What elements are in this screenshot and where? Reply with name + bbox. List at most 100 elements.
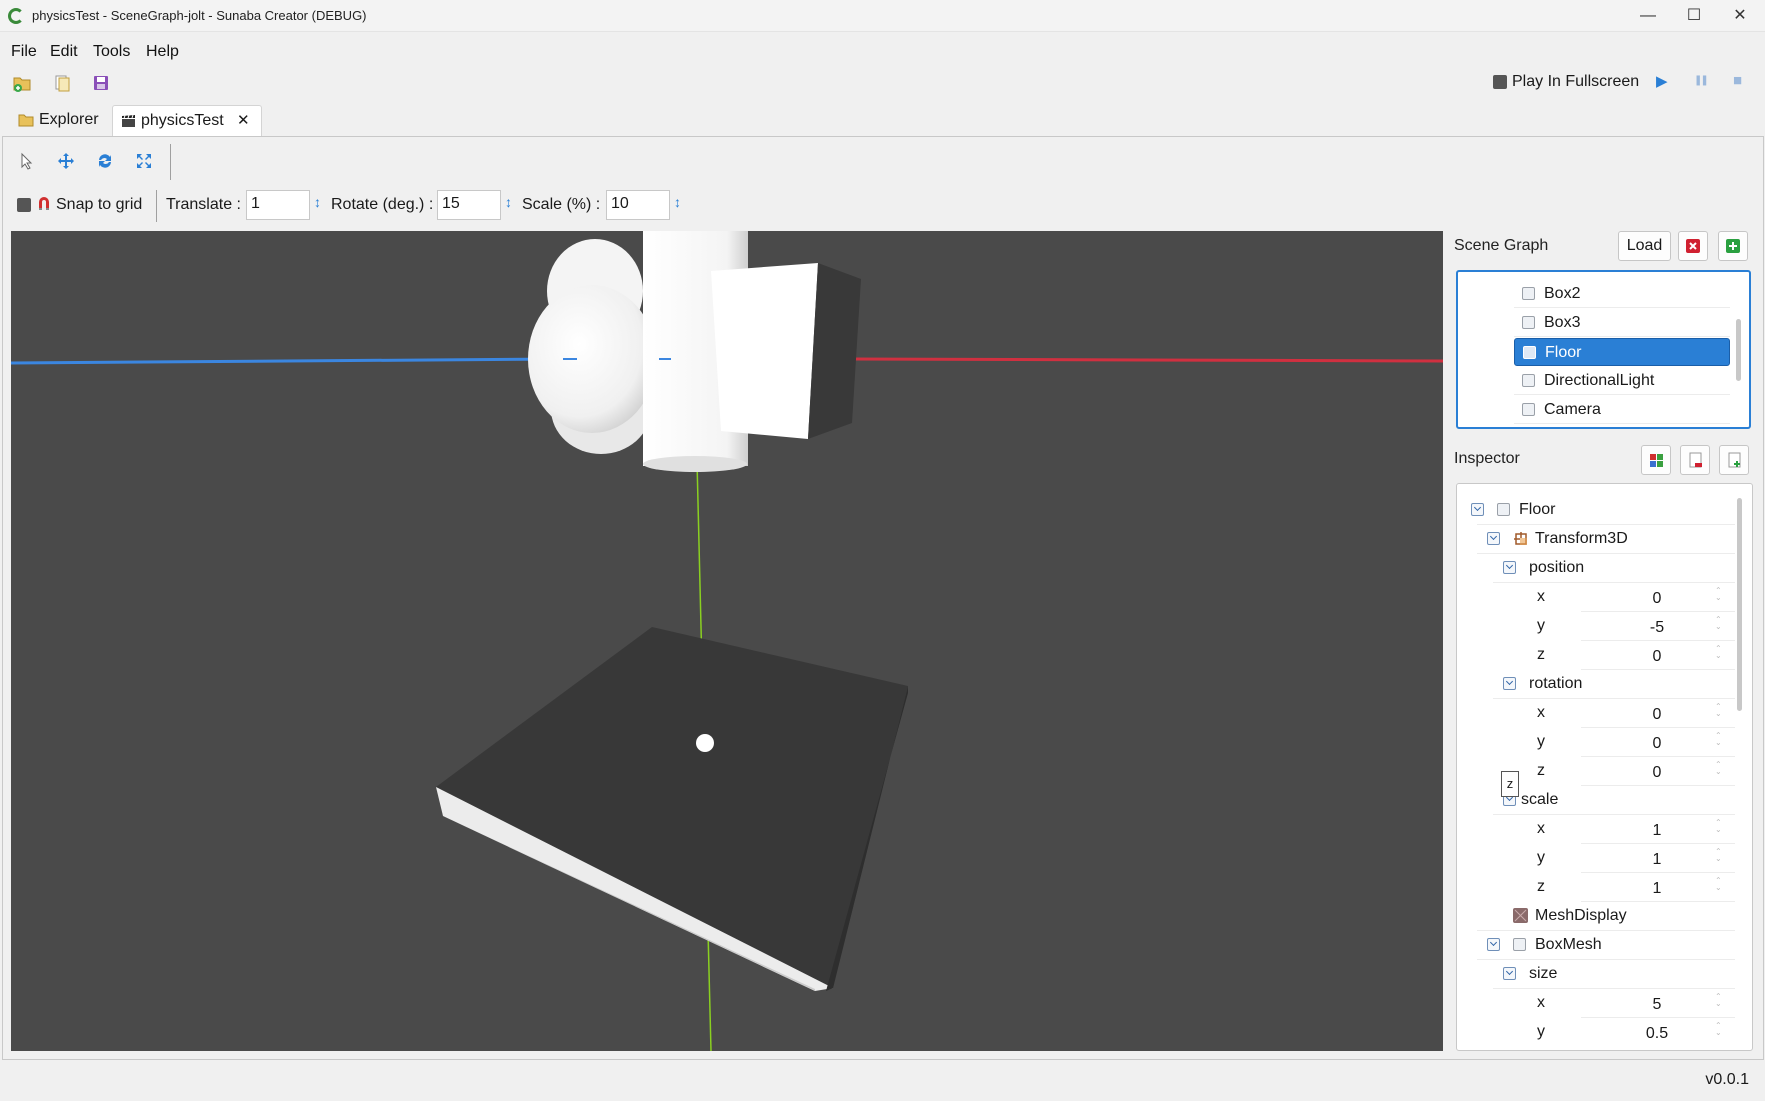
minimize-button[interactable]: — [1626,0,1670,32]
spinbox-arrows-icon[interactable]: ⌃ ⌄ [1715,616,1723,631]
play-fullscreen-checkbox[interactable] [1493,75,1507,89]
remove-component-button[interactable] [1680,445,1710,475]
window-title: physicsTest - SceneGraph-jolt - Sunaba C… [32,8,367,23]
collapse-icon[interactable] [1503,561,1516,574]
close-window-button[interactable]: ✕ [1718,0,1762,32]
rotate-tool-icon[interactable] [96,152,114,170]
node-icon [1522,287,1535,300]
rotation-y-field[interactable]: y 0 ⌃ ⌄ [1537,728,1735,757]
scene-node-directionallight[interactable]: DirectionalLight [1514,367,1730,395]
collapse-icon[interactable] [1471,503,1484,516]
spinbox-arrows-icon[interactable]: ⌃ ⌄ [1715,1022,1723,1037]
snap-checkbox[interactable] [17,198,31,212]
inspector-property-size[interactable]: size [1465,960,1735,989]
add-component-button[interactable] [1641,445,1671,475]
scene-graph-tree[interactable]: Box2 Box3 Floor DirectionalLight Camera [1456,270,1751,429]
size-x-field[interactable]: x 5 ⌃ ⌄ [1537,989,1735,1018]
spinbox-arrows-icon[interactable]: ⌃ ⌄ [1715,877,1723,892]
inspector-scrollbar[interactable] [1737,498,1742,711]
remove-node-button[interactable] [1678,231,1708,261]
scale-z-field[interactable]: z 1 ⌃ ⌄ [1537,873,1735,902]
rotate-input[interactable]: 15 [437,190,501,220]
spinbox-arrows-icon[interactable]: ⌃ ⌄ [1715,703,1723,718]
scale-label: Scale (%) : [522,196,601,213]
add-node-button[interactable] [1718,231,1748,261]
position-z-field[interactable]: z 0 ⌃ ⌄ [1537,641,1735,670]
size-y-field[interactable]: y 0.5 ⌃ ⌄ [1537,1018,1735,1047]
menu-edit[interactable]: Edit [50,43,78,61]
scale-x-field[interactable]: x 1 ⌃ ⌄ [1537,815,1735,844]
collapse-icon[interactable] [1503,967,1516,980]
inspector-component-boxmesh[interactable]: BoxMesh [1465,931,1735,960]
select-cursor-icon[interactable] [19,152,35,170]
node-icon [1522,403,1535,416]
rotation-x-field[interactable]: x 0 ⌃ ⌄ [1537,699,1735,728]
scale-y-field[interactable]: y 1 ⌃ ⌄ [1537,844,1735,873]
toolbar-separator [170,144,171,180]
scale-input[interactable]: 10 [606,190,670,220]
spinbox-arrows-icon[interactable]: ⌃ ⌄ [1715,993,1723,1008]
tab-physicstest-label: physicsTest [141,112,224,129]
box-front [711,263,818,439]
rotate-label: Rotate (deg.) : [331,196,434,213]
collapse-icon[interactable] [1487,938,1500,951]
inspector-property-rotation[interactable]: rotation [1465,670,1735,699]
transform-icon [1514,532,1527,545]
node-icon [1522,374,1535,387]
inspector-tree[interactable]: Floor Transform3D position x 0 ⌃ ⌄ y -5 ⌃ ⌄ z0… [1456,483,1753,1051]
inspector-component-meshdisplay[interactable]: MeshDisplay [1465,902,1735,931]
position-y-field[interactable]: y -5 ⌃ ⌄ [1537,612,1735,641]
play-button[interactable]: ▶ [1656,72,1668,90]
scale-spin-icon[interactable]: ↕ [674,194,681,210]
play-fullscreen-label: Play In Fullscreen [1512,73,1640,90]
tab-explorer[interactable]: Explorer [12,106,99,136]
inspector-component-transform3d[interactable]: Transform3D [1465,525,1735,554]
rotation-z-field[interactable]: z 0 ⌃ ⌄ [1537,757,1735,786]
scene-node-camera[interactable]: Camera [1514,396,1730,424]
pause-button[interactable]: ❚❚ [1694,75,1709,86]
translate-input[interactable]: 1 [246,190,310,220]
close-tab-icon[interactable]: ✕ [237,111,250,129]
new-component-button[interactable] [1719,445,1749,475]
save-icon[interactable] [90,72,112,94]
x-axis-line [850,357,1443,363]
collapse-icon[interactable] [1503,677,1516,690]
clapperboard-icon [122,114,135,127]
tab-physicstest[interactable]: physicsTest ✕ [112,105,262,137]
collapse-icon[interactable] [1487,532,1500,545]
maximize-button[interactable]: ☐ [1672,0,1716,32]
origin-gizmo [696,734,714,752]
open-file-icon[interactable] [52,72,74,94]
new-project-icon[interactable] [11,72,33,94]
menu-tools[interactable]: Tools [93,43,130,61]
spinbox-arrows-icon[interactable]: ⌃ ⌄ [1715,645,1723,660]
3d-viewport[interactable] [11,231,1443,1051]
scene-graph-scrollbar[interactable] [1736,319,1741,381]
spinbox-arrows-icon[interactable]: ⌃ ⌄ [1715,848,1723,863]
rotate-spin-icon[interactable]: ↕ [505,194,512,210]
mesh-display-icon [1513,908,1528,923]
z-axis-line [11,357,564,365]
add-icon [1726,239,1740,253]
spinbox-arrows-icon[interactable]: ⌃ ⌄ [1715,732,1723,747]
box-mesh-icon [1513,938,1526,951]
spinbox-arrows-icon[interactable]: ⌃ ⌄ [1715,819,1723,834]
translate-spin-icon[interactable]: ↕ [314,194,321,210]
spinbox-arrows-icon[interactable]: ⌃ ⌄ [1715,587,1723,602]
scene-node-floor[interactable]: Floor [1514,338,1730,366]
stop-button[interactable]: ■ [1733,72,1742,89]
menu-file[interactable]: File [11,43,37,61]
load-button[interactable]: Load [1618,231,1671,261]
app-logo-icon [8,8,24,24]
position-x-field[interactable]: x 0 ⌃ ⌄ [1537,583,1735,612]
inspector-node-floor[interactable]: Floor [1465,496,1735,525]
scale-tool-icon[interactable] [135,152,153,170]
snap-separator [156,190,157,222]
inspector-property-position[interactable]: position [1465,554,1735,583]
add-component-icon [1650,454,1663,467]
scene-node-box2[interactable]: Box2 [1514,280,1730,308]
spinbox-arrows-icon[interactable]: ⌃ ⌄ [1715,761,1723,776]
menu-help[interactable]: Help [146,43,179,61]
move-tool-icon[interactable] [57,152,75,170]
scene-node-box3[interactable]: Box3 [1514,309,1730,337]
